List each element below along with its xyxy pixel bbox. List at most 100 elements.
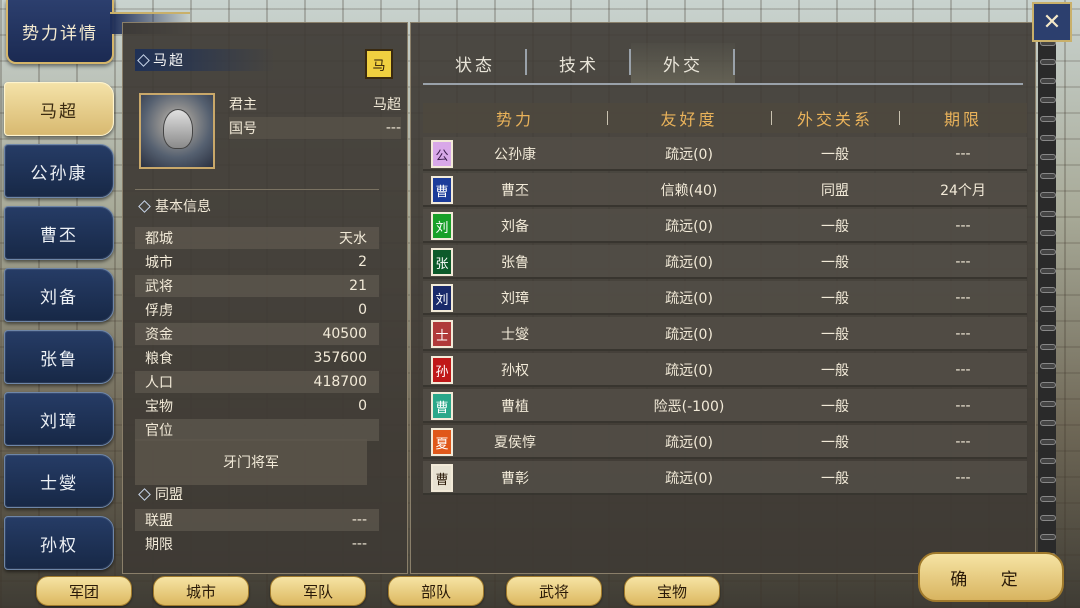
stat-label: 城市	[145, 255, 173, 271]
spine-ring	[1040, 401, 1056, 407]
general-button[interactable]: 武将	[506, 576, 602, 606]
window-title: 势力详情	[22, 23, 98, 44]
stat-row-generals: 武将 21	[135, 275, 379, 297]
term-value: ---	[955, 326, 971, 342]
tab-bar: 状态 技术 外交	[423, 43, 1023, 85]
spine-ring	[1040, 458, 1056, 464]
spine-ring	[1040, 439, 1056, 445]
spine-ring	[1040, 116, 1056, 122]
tab-status[interactable]: 状态	[423, 43, 527, 83]
country-value: ---	[385, 120, 401, 136]
leader-portrait	[139, 93, 215, 169]
helmet-icon	[163, 109, 193, 149]
friendship-value: 疏远(0)	[665, 471, 713, 487]
table-row[interactable]: 曹曹丕 信赖(40) 同盟 24个月	[423, 173, 1027, 207]
leader-info-panel: 马超 马 君主 马超 国号 --- 基本信息 都城 天水 城市 2 武将 21 俘虏 0…	[122, 22, 408, 574]
sidebar-item-liubei[interactable]: 刘备	[4, 268, 114, 322]
table-row[interactable]: 公公孙康 疏远(0) 一般 ---	[423, 137, 1027, 171]
term-value: ---	[955, 218, 971, 234]
leader-name-bar: 马超	[135, 49, 275, 71]
friendship-value: 疏远(0)	[665, 147, 713, 163]
diplomacy-panel: 状态 技术 外交 势力 友好度 外交关系 期限 公公孙康 疏远(0) 一般 --- 曹曹…	[410, 22, 1036, 574]
tab-tech[interactable]: 技术	[527, 43, 631, 83]
stat-row-capital: 都城 天水	[135, 227, 379, 249]
sidebar-item-caopi[interactable]: 曹丕	[4, 206, 114, 260]
stat-row-cities: 城市 2	[135, 251, 379, 273]
header-friendship: 友好度	[660, 110, 718, 129]
sidebar-item-label: 孙权	[40, 535, 78, 556]
header-relation: 外交关系	[796, 110, 873, 129]
friendship-value: 信赖(40)	[660, 183, 718, 199]
stat-value: 0	[358, 398, 367, 414]
sidebar-item-zhanglu[interactable]: 张鲁	[4, 330, 114, 384]
stat-value: 418700	[313, 374, 367, 390]
spine-ring	[1040, 325, 1056, 331]
city-button[interactable]: 城市	[153, 576, 249, 606]
stat-label: 联盟	[145, 513, 173, 529]
sidebar-item-liuzhang[interactable]: 刘璋	[4, 392, 114, 446]
spine-ring	[1040, 154, 1056, 160]
table-row[interactable]: 刘刘备 疏远(0) 一般 ---	[423, 209, 1027, 243]
sidebar-item-label: 马超	[40, 101, 78, 122]
diplomacy-table-header: 势力 友好度 外交关系 期限	[423, 103, 1027, 133]
tab-diplomacy[interactable]: 外交	[631, 43, 735, 83]
table-row[interactable]: 孙孙权 疏远(0) 一般 ---	[423, 353, 1027, 387]
friendship-value: 疏远(0)	[665, 291, 713, 307]
stat-row-treasures: 宝物 0	[135, 395, 379, 417]
stat-value: ---	[351, 512, 367, 528]
sidebar-item-label: 张鲁	[40, 349, 78, 370]
legion-button[interactable]: 军团	[36, 576, 132, 606]
table-row[interactable]: 刘刘璋 疏远(0) 一般 ---	[423, 281, 1027, 315]
spine-ring	[1040, 268, 1056, 274]
friendship-value: 疏远(0)	[665, 255, 713, 271]
sidebar-item-label: 刘璋	[40, 411, 78, 432]
header-force: 势力	[495, 110, 534, 129]
stat-value: 0	[358, 302, 367, 318]
term-value: ---	[955, 362, 971, 378]
confirm-button[interactable]: 确 定	[918, 552, 1064, 602]
force-name: 公孙康	[494, 147, 536, 163]
relation-value: 一般	[821, 435, 849, 451]
treasure-button[interactable]: 宝物	[624, 576, 720, 606]
spine-ring	[1040, 344, 1056, 350]
table-row[interactable]: 夏夏侯惇 疏远(0) 一般 ---	[423, 425, 1027, 459]
table-row[interactable]: 曹曹植 险恶(-100) 一般 ---	[423, 389, 1027, 423]
relation-value: 一般	[821, 399, 849, 415]
relation-value: 一般	[821, 327, 849, 343]
friendship-value: 疏远(0)	[665, 435, 713, 451]
army-button[interactable]: 军队	[270, 576, 366, 606]
term-value: ---	[955, 398, 971, 414]
stat-row-prisoners: 俘虏 0	[135, 299, 379, 321]
alliance-heading: 同盟	[137, 483, 183, 505]
relation-value: 一般	[821, 363, 849, 379]
force-name: 曹彰	[501, 471, 529, 487]
tab-separator	[733, 49, 735, 75]
sidebar-item-machao[interactable]: 马超	[4, 82, 114, 136]
title-banner: 势力详情	[6, 0, 114, 64]
force-name: 刘备	[501, 219, 529, 235]
unit-button[interactable]: 部队	[388, 576, 484, 606]
table-row[interactable]: 张张鲁 疏远(0) 一般 ---	[423, 245, 1027, 279]
stat-label: 宝物	[145, 399, 173, 415]
spine-ring	[1040, 211, 1056, 217]
friendship-value: 疏远(0)	[665, 327, 713, 343]
spine-ring	[1040, 249, 1056, 255]
sidebar-item-shixie[interactable]: 士燮	[4, 454, 114, 508]
crossed-swords-icon[interactable]: ✕	[1032, 2, 1072, 42]
force-name: 刘璋	[501, 291, 529, 307]
leader-flag-badge: 马	[365, 49, 393, 79]
sidebar-item-gongsunkang[interactable]: 公孙康	[4, 144, 114, 198]
stat-label: 资金	[145, 327, 173, 343]
stat-value: ---	[351, 536, 367, 552]
sidebar-item-sunquan[interactable]: 孙权	[4, 516, 114, 570]
stat-value: 2	[358, 254, 367, 270]
term-value: ---	[955, 254, 971, 270]
spine-ring	[1040, 477, 1056, 483]
spine-ring	[1040, 192, 1056, 198]
table-row[interactable]: 士士燮 疏远(0) 一般 ---	[423, 317, 1027, 351]
spine-ring	[1040, 420, 1056, 426]
relation-value: 一般	[821, 147, 849, 163]
table-row[interactable]: 曹曹彰 疏远(0) 一般 ---	[423, 461, 1027, 495]
spine-ring	[1040, 306, 1056, 312]
friendship-value: 险恶(-100)	[653, 399, 725, 415]
